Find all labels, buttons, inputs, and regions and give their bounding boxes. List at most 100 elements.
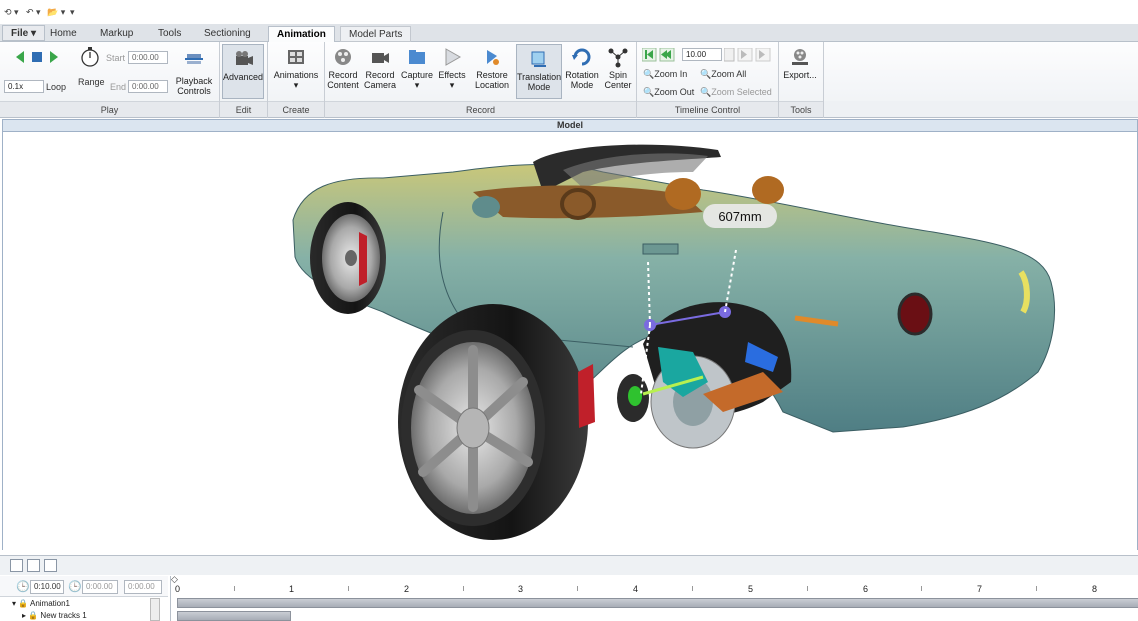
redo-icon[interactable]: ↶ ▾ [26, 7, 41, 18]
clock-icon: 🕒 [16, 581, 30, 593]
playback-controls-icon [185, 54, 203, 64]
translation-mode-button[interactable]: Translation Mode [516, 44, 562, 99]
advanced-label: Advanced [223, 72, 264, 82]
model-viewport[interactable]: 607mm [2, 132, 1138, 550]
restore-location-button[interactable]: Restore Location [470, 46, 514, 90]
timeline-time-fields: 🕒 0:10.00 🕒 0:00.00 0:00.00 [0, 576, 168, 596]
tab-tools[interactable]: Tools [150, 26, 189, 42]
tree-scrollbar[interactable] [150, 598, 160, 621]
animations-button[interactable]: Animations ▾ [270, 46, 322, 90]
ruler-label: 3 [518, 584, 524, 594]
zoom-out-icon: 🔍 [643, 87, 655, 97]
tab-model-parts[interactable]: Model Parts [340, 26, 412, 42]
spin-center-label: Spin Center [604, 70, 632, 90]
expand-icon[interactable]: ▾ 🔒 [12, 599, 30, 608]
spin-center-button[interactable]: Spin Center [602, 46, 634, 90]
translation-icon [531, 51, 546, 67]
advanced-button[interactable]: Advanced [222, 44, 264, 99]
export-button[interactable]: Export... [780, 46, 820, 80]
ruler-label: 0 [175, 584, 181, 594]
collapse-icon[interactable]: ▸ 🔒 [22, 611, 40, 620]
tab-file[interactable]: File ▾ [2, 25, 46, 41]
end-label: End [110, 82, 127, 92]
record-content-label: Record Content [327, 70, 359, 90]
ruler-label: 7 [977, 584, 983, 594]
playback-controls-button[interactable]: Playback Controls [172, 76, 216, 96]
cursor-time-field[interactable]: 0:00.00 [124, 580, 162, 594]
effects-label: Effects [438, 70, 466, 80]
ruler-label: 4 [633, 584, 639, 594]
animation-tree: ▾ 🔒 Animation1 ▸ 🔒 New tracks 1 [0, 596, 168, 621]
zoom-in-button[interactable]: 🔍Zoom In [643, 68, 687, 80]
animation-track-bar[interactable] [177, 598, 1138, 608]
clock-current-icon: 🕒 [68, 581, 82, 593]
tree-item-animation[interactable]: ▾ 🔒 Animation1 [12, 599, 70, 608]
animations-icon [288, 50, 304, 64]
effects-button[interactable]: Effects ▾ [436, 46, 468, 90]
rotation-icon [572, 48, 591, 66]
timeline-ruler[interactable]: ◇ 0 1 2 3 4 5 6 7 8 [170, 574, 1138, 596]
tree-item-track[interactable]: ▸ 🔒 New tracks 1 [22, 611, 87, 620]
current-time-field[interactable]: 0:00.00 [82, 580, 118, 594]
tab-sectioning[interactable]: Sectioning [196, 26, 259, 42]
measurement-label: 607mm [718, 209, 761, 224]
film-camera-icon [236, 51, 253, 65]
zoom-out-button[interactable]: 🔍Zoom Out [643, 86, 694, 98]
tab-animation[interactable]: Animation [268, 26, 335, 43]
end-field[interactable]: 0:00.00 [128, 80, 168, 93]
rotation-mode-button[interactable]: Rotation Mode [564, 46, 600, 90]
capture-label: Capture [400, 70, 434, 80]
translation-mode-label: Translation Mode [517, 72, 562, 92]
customize-icon[interactable]: ▾ [70, 7, 75, 18]
zoom-in-icon: 🔍 [643, 69, 655, 79]
viewport-title: Model [2, 119, 1138, 132]
ruler-label: 6 [863, 584, 869, 594]
effects-play-icon [445, 48, 462, 66]
zoom-selected-icon: 🔍 [700, 87, 712, 97]
timeline-start-icon[interactable] [642, 48, 678, 62]
capture-button[interactable]: Capture ▾ [400, 46, 434, 90]
quick-access-toolbar: ⟲ ▾ ↶ ▾ 📂 ▾ ▾ [0, 0, 1138, 24]
range-label[interactable]: Range [78, 76, 105, 88]
ribbon-tab-bar: File ▾ Home Markup Tools Sectioning Anim… [0, 24, 1138, 43]
timeline-toolbar [0, 555, 1138, 575]
start-field[interactable]: 0:00.00 [128, 51, 168, 64]
timeline-doc-icon[interactable] [27, 559, 40, 572]
ruler-label: 1 [289, 584, 295, 594]
ruler-label: 8 [1092, 584, 1098, 594]
rotation-mode-label: Rotation Mode [565, 70, 599, 90]
spin-center-icon [608, 48, 628, 68]
restore-location-icon [487, 50, 499, 65]
new-track-bar[interactable] [177, 611, 291, 621]
animations-label: Animations [273, 70, 319, 80]
ruler-label: 5 [748, 584, 754, 594]
timeline-value-field[interactable]: 10.00 [682, 48, 722, 61]
tab-home[interactable]: Home [42, 26, 85, 42]
timeline-end-icon[interactable] [724, 48, 772, 62]
loop-label[interactable]: Loop [46, 81, 66, 93]
zoom-all-icon: 🔍 [700, 69, 712, 79]
timeline-tracks[interactable] [170, 596, 1138, 621]
zoom-selected-button[interactable]: 🔍Zoom Selected [700, 86, 772, 98]
group-edit-label: Edit [220, 101, 267, 117]
duration-field[interactable]: 0:10.00 [30, 580, 64, 594]
export-icon [792, 49, 808, 65]
undo-icon[interactable]: ⟲ ▾ [4, 7, 19, 18]
tab-markup[interactable]: Markup [92, 26, 141, 42]
capture-folder-icon [409, 50, 425, 64]
start-label: Start [106, 53, 126, 63]
timeline-screen-icon[interactable] [44, 559, 57, 572]
zoom-all-button[interactable]: 🔍Zoom All [700, 68, 746, 80]
speed-select[interactable]: 0.1x [4, 80, 44, 93]
group-create-label: Create [268, 101, 324, 117]
stopwatch-icon [81, 47, 99, 67]
record-camera-button[interactable]: Record Camera [362, 46, 398, 90]
timeline-list-icon[interactable] [10, 559, 23, 572]
export-label: Export... [783, 70, 817, 80]
camera-icon [372, 53, 389, 63]
car-model-illustration[interactable]: 607mm [3, 132, 1138, 550]
play-controls-icon[interactable] [14, 50, 62, 64]
group-record-label: Record [325, 101, 636, 117]
open-icon[interactable]: 📂 ▾ [47, 7, 65, 18]
record-content-button[interactable]: Record Content [326, 46, 360, 90]
